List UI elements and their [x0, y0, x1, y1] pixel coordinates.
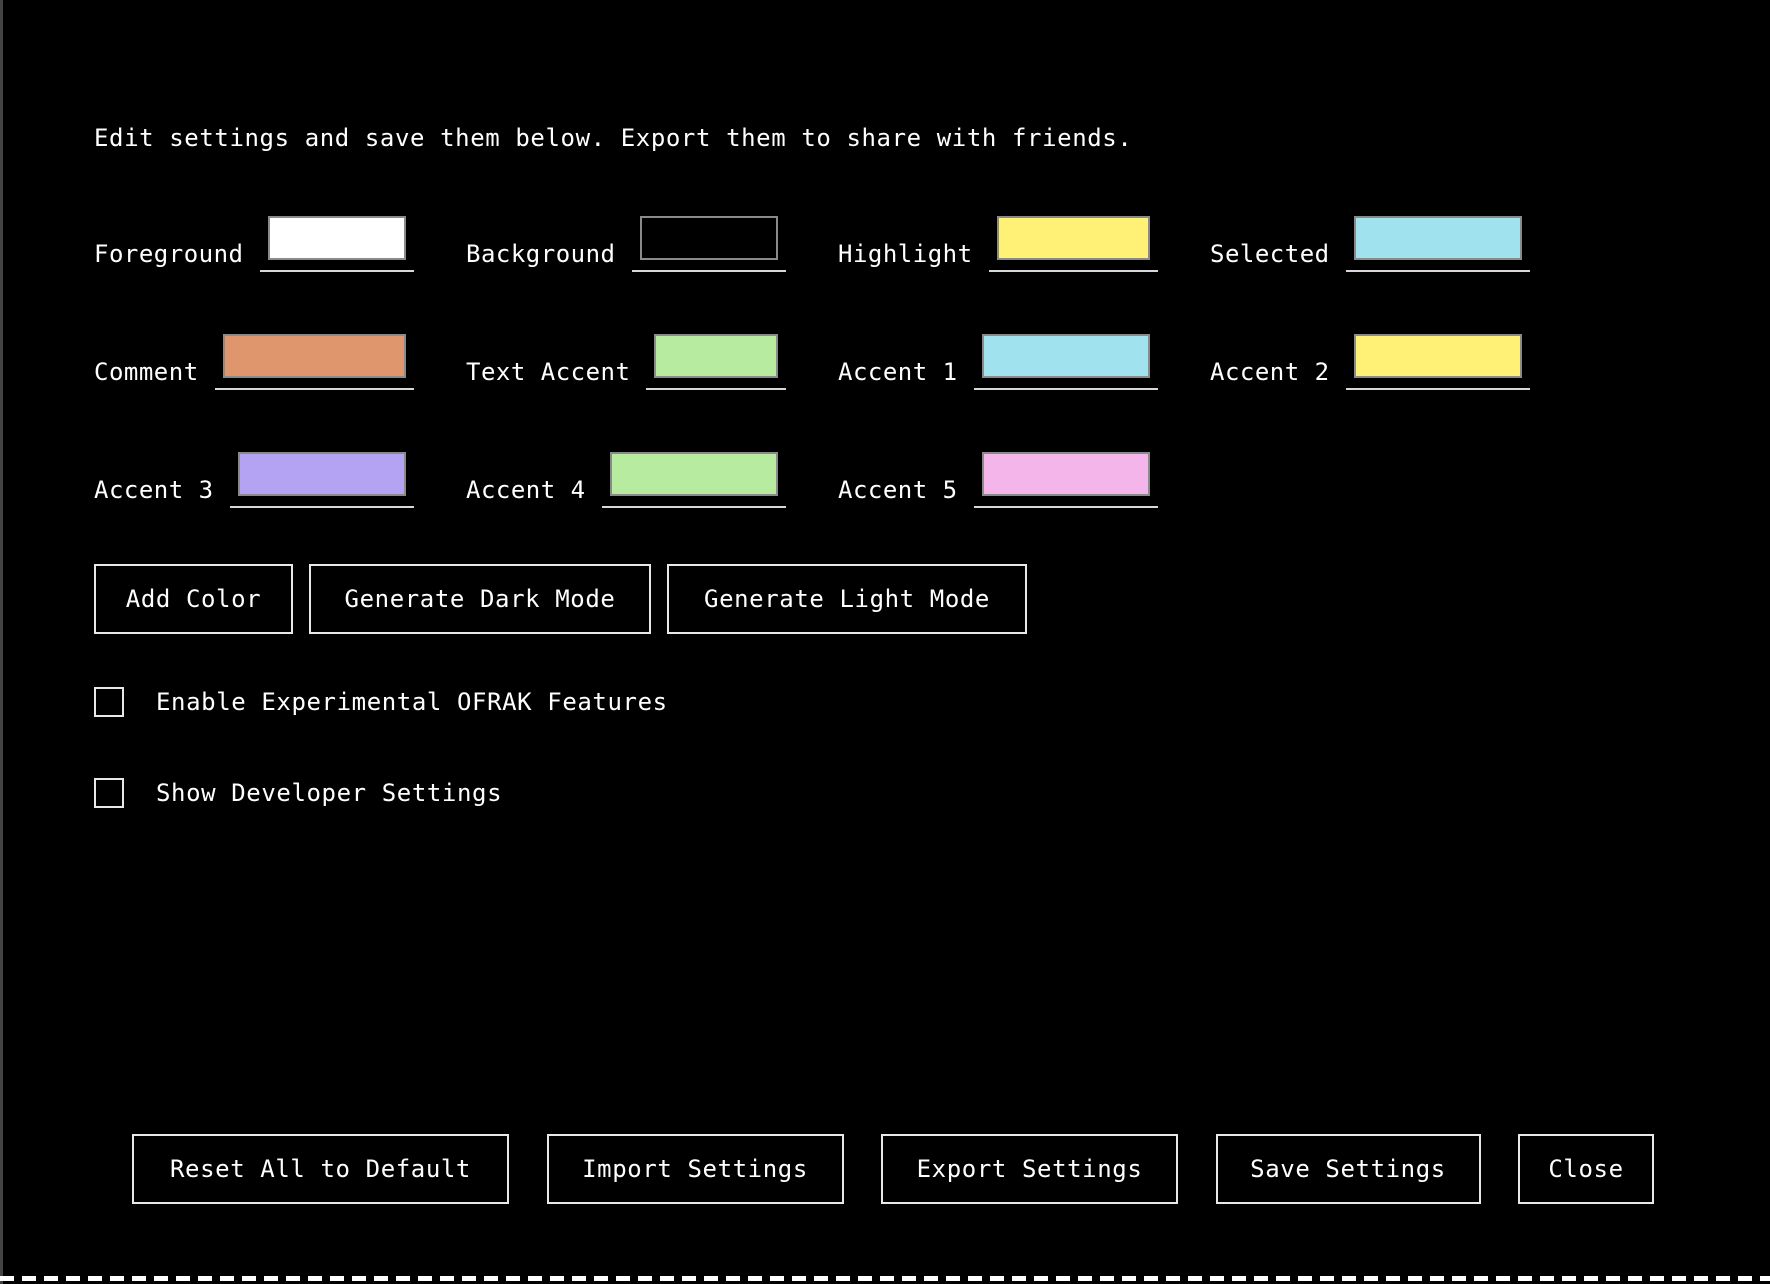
- color-swatch[interactable]: [996, 216, 1150, 260]
- color-setting-accent-2: Accent 2: [1210, 334, 1530, 390]
- reset-all-button[interactable]: Reset All to Default: [132, 1134, 509, 1204]
- color-setting-accent-5: Accent 5: [838, 452, 1158, 508]
- color-picker-highlight[interactable]: [988, 216, 1158, 272]
- developer-settings-checkbox[interactable]: [94, 778, 124, 808]
- color-setting-foreground: Foreground: [94, 216, 414, 272]
- color-picker-comment[interactable]: [214, 334, 414, 390]
- color-picker-selected[interactable]: [1345, 216, 1530, 272]
- color-setting-accent-3: Accent 3: [94, 452, 414, 508]
- color-setting-highlight: Highlight: [838, 216, 1158, 272]
- settings-intro-text: Edit settings and save them below. Expor…: [94, 124, 1133, 152]
- color-label: Foreground: [94, 240, 244, 268]
- dashed-bottom-border: [0, 1276, 1770, 1281]
- color-picker-accent-1[interactable]: [973, 334, 1158, 390]
- color-label: Selected: [1210, 240, 1330, 268]
- color-swatch[interactable]: [981, 334, 1150, 378]
- experimental-features-checkbox[interactable]: [94, 687, 124, 717]
- developer-settings-label: Show Developer Settings: [156, 779, 503, 807]
- color-swatch[interactable]: [237, 452, 406, 496]
- color-label: Background: [466, 240, 616, 268]
- color-action-buttons: Add Color Generate Dark Mode Generate Li…: [94, 564, 1027, 634]
- color-swatch[interactable]: [1353, 216, 1522, 260]
- export-settings-button[interactable]: Export Settings: [881, 1134, 1178, 1204]
- generate-light-mode-button[interactable]: Generate Light Mode: [667, 564, 1027, 634]
- window-left-edge: [0, 0, 3, 1284]
- color-picker-accent-4[interactable]: [601, 452, 786, 508]
- color-picker-foreground[interactable]: [259, 216, 414, 272]
- color-label: Accent 3: [94, 476, 214, 504]
- color-label: Text Accent: [466, 358, 631, 386]
- settings-footer-buttons: Reset All to Default Import Settings Exp…: [132, 1134, 1654, 1204]
- experimental-features-row[interactable]: Enable Experimental OFRAK Features: [94, 687, 668, 717]
- color-setting-background: Background: [466, 216, 786, 272]
- color-label: Accent 4: [466, 476, 586, 504]
- color-setting-selected: Selected: [1210, 216, 1530, 272]
- color-label: Accent 2: [1210, 358, 1330, 386]
- color-swatch[interactable]: [654, 334, 778, 378]
- color-swatch[interactable]: [267, 216, 406, 260]
- color-picker-accent-3[interactable]: [229, 452, 414, 508]
- color-picker-background[interactable]: [631, 216, 786, 272]
- color-swatch[interactable]: [1353, 334, 1522, 378]
- color-label: Comment: [94, 358, 199, 386]
- color-label: Highlight: [838, 240, 973, 268]
- experimental-features-label: Enable Experimental OFRAK Features: [156, 688, 668, 716]
- import-settings-button[interactable]: Import Settings: [546, 1134, 844, 1204]
- color-label: Accent 5: [838, 476, 958, 504]
- developer-settings-row[interactable]: Show Developer Settings: [94, 778, 502, 808]
- color-setting-comment: Comment: [94, 334, 414, 390]
- color-label: Accent 1: [838, 358, 958, 386]
- color-setting-accent-4: Accent 4: [466, 452, 786, 508]
- color-swatch[interactable]: [609, 452, 778, 496]
- color-picker-accent-5[interactable]: [973, 452, 1158, 508]
- save-settings-button[interactable]: Save Settings: [1215, 1134, 1481, 1204]
- close-button[interactable]: Close: [1518, 1134, 1654, 1204]
- generate-dark-mode-button[interactable]: Generate Dark Mode: [309, 564, 651, 634]
- color-setting-text-accent: Text Accent: [466, 334, 786, 390]
- add-color-button[interactable]: Add Color: [94, 564, 293, 634]
- color-setting-accent-1: Accent 1: [838, 334, 1158, 390]
- color-swatch[interactable]: [222, 334, 406, 378]
- color-swatch[interactable]: [639, 216, 778, 260]
- color-picker-text-accent[interactable]: [646, 334, 786, 390]
- color-settings-grid: Foreground Background Highlight Selected…: [94, 216, 1534, 532]
- color-picker-accent-2[interactable]: [1345, 334, 1530, 390]
- color-swatch[interactable]: [981, 452, 1150, 496]
